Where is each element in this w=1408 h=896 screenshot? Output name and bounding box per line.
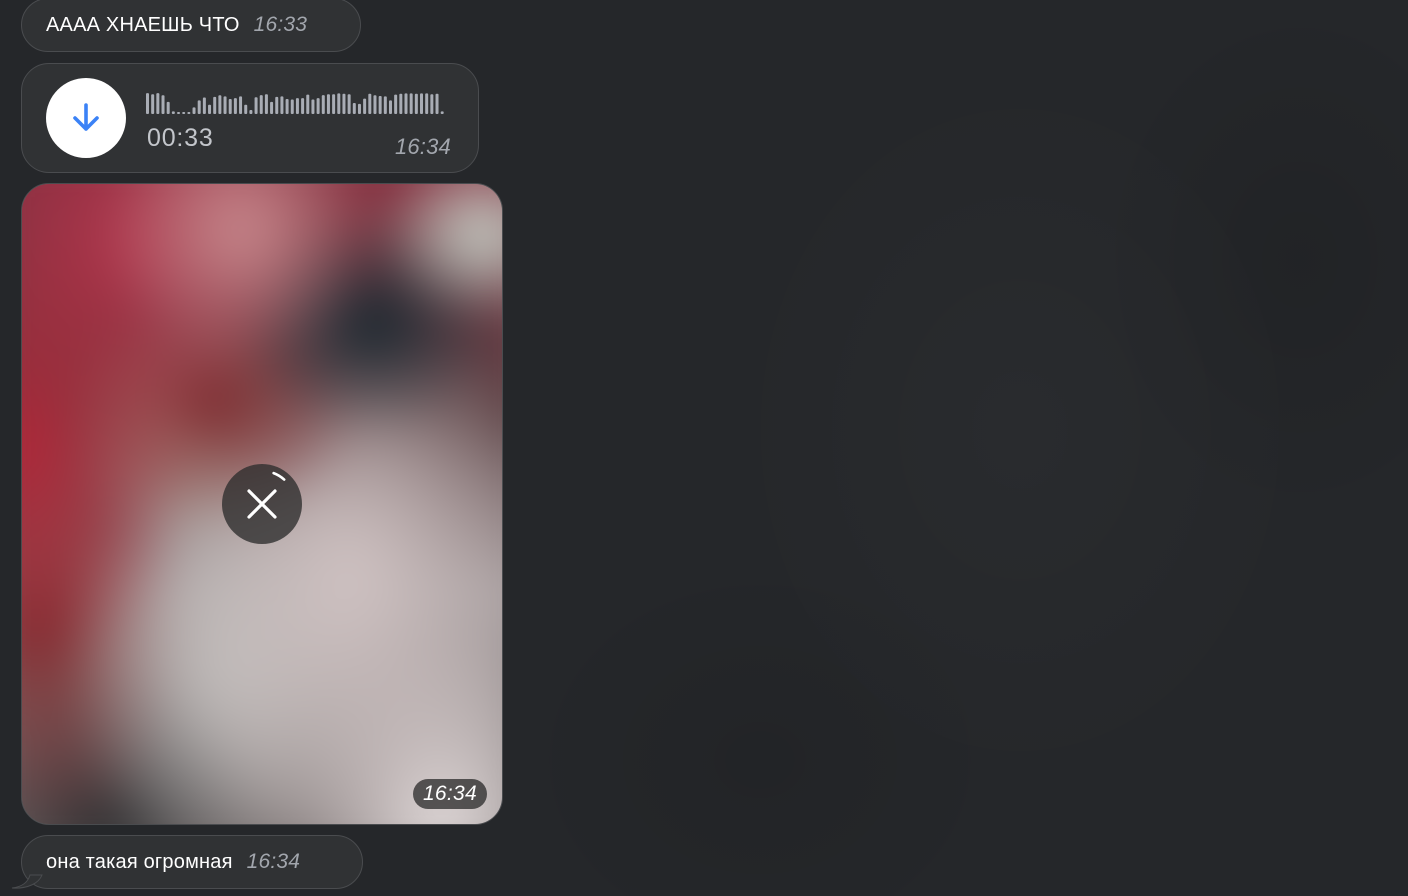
waveform-bar <box>275 96 279 114</box>
waveform-bar <box>270 101 274 114</box>
message-bubble[interactable]: она такая огромная 16:34 <box>21 835 363 889</box>
waveform-bar <box>166 101 170 114</box>
message-tail <box>11 874 43 889</box>
photo-message[interactable]: 16:34 <box>21 183 503 825</box>
waveform-bar <box>383 96 387 114</box>
message-text: она такая огромная <box>46 850 233 873</box>
message-bubble[interactable]: АААА ХНАЕШЬ ЧТО 16:33 <box>21 0 361 52</box>
waveform-bar <box>264 94 268 114</box>
waveform-bar <box>435 93 439 114</box>
waveform-bar <box>249 110 253 114</box>
waveform-bar <box>337 93 341 114</box>
waveform-bar <box>378 95 382 114</box>
waveform-bar <box>368 93 372 114</box>
waveform-bar <box>192 107 196 114</box>
voice-message-bubble[interactable]: 00:33 16:34 <box>21 63 479 173</box>
waveform-bar <box>295 98 299 114</box>
waveform-bar <box>161 95 165 114</box>
waveform-bar <box>326 94 330 114</box>
waveform-bar <box>316 98 320 114</box>
waveform-bar <box>352 103 356 114</box>
message-text: АААА ХНАЕШЬ ЧТО <box>46 13 240 36</box>
waveform-bar <box>156 93 160 114</box>
progress-arc <box>272 471 286 481</box>
voice-waveform[interactable] <box>146 90 446 114</box>
waveform-bar <box>151 94 155 114</box>
waveform-bar <box>233 98 237 114</box>
download-progress-ring <box>272 471 286 481</box>
waveform-bar <box>342 93 346 114</box>
waveform-bar <box>357 103 361 114</box>
message-time: 16:34 <box>412 779 487 809</box>
message-time: 16:33 <box>253 13 308 36</box>
waveform-bar <box>259 95 263 114</box>
waveform-bar <box>208 104 212 114</box>
waveform-bar <box>404 93 408 114</box>
waveform-bar <box>409 93 413 114</box>
waveform-bar <box>197 100 201 114</box>
waveform-bar <box>306 94 310 114</box>
voice-duration: 00:33 <box>147 124 214 152</box>
waveform-bar <box>177 112 181 114</box>
waveform-bar <box>285 99 289 114</box>
waveform-bar <box>244 104 248 114</box>
waveform-bar <box>280 96 284 114</box>
waveform-bar <box>301 98 305 114</box>
waveform-bar <box>311 99 315 114</box>
waveform-bar <box>218 95 222 114</box>
waveform-bar <box>332 94 336 114</box>
waveform-bar <box>171 111 175 114</box>
voice-download-button[interactable] <box>46 78 126 158</box>
waveform-bar <box>420 93 424 114</box>
waveform-bar <box>440 111 444 114</box>
waveform-bar <box>182 112 186 114</box>
message-time: 16:34 <box>394 134 451 159</box>
waveform-bar <box>399 93 403 114</box>
waveform-bar <box>363 98 367 114</box>
waveform-bar <box>394 94 398 114</box>
waveform-bar <box>347 94 351 114</box>
waveform-bar <box>414 93 418 114</box>
waveform-bar <box>239 96 243 114</box>
waveform-bar <box>202 97 206 114</box>
waveform-bar <box>213 96 217 114</box>
waveform-bar <box>228 99 232 114</box>
download-arrow-icon <box>73 103 99 131</box>
message-time: 16:34 <box>246 850 301 873</box>
waveform-bar <box>146 93 149 114</box>
waveform-bar <box>430 94 434 114</box>
cancel-download-button[interactable] <box>222 464 302 544</box>
waveform-bar <box>373 95 377 114</box>
waveform-bar <box>425 93 429 114</box>
waveform-bar <box>290 99 294 114</box>
waveform-bar <box>388 100 392 114</box>
waveform-bar <box>254 97 258 114</box>
waveform-bar <box>321 95 325 114</box>
waveform-bar <box>187 112 191 114</box>
waveform-bar <box>223 96 227 114</box>
